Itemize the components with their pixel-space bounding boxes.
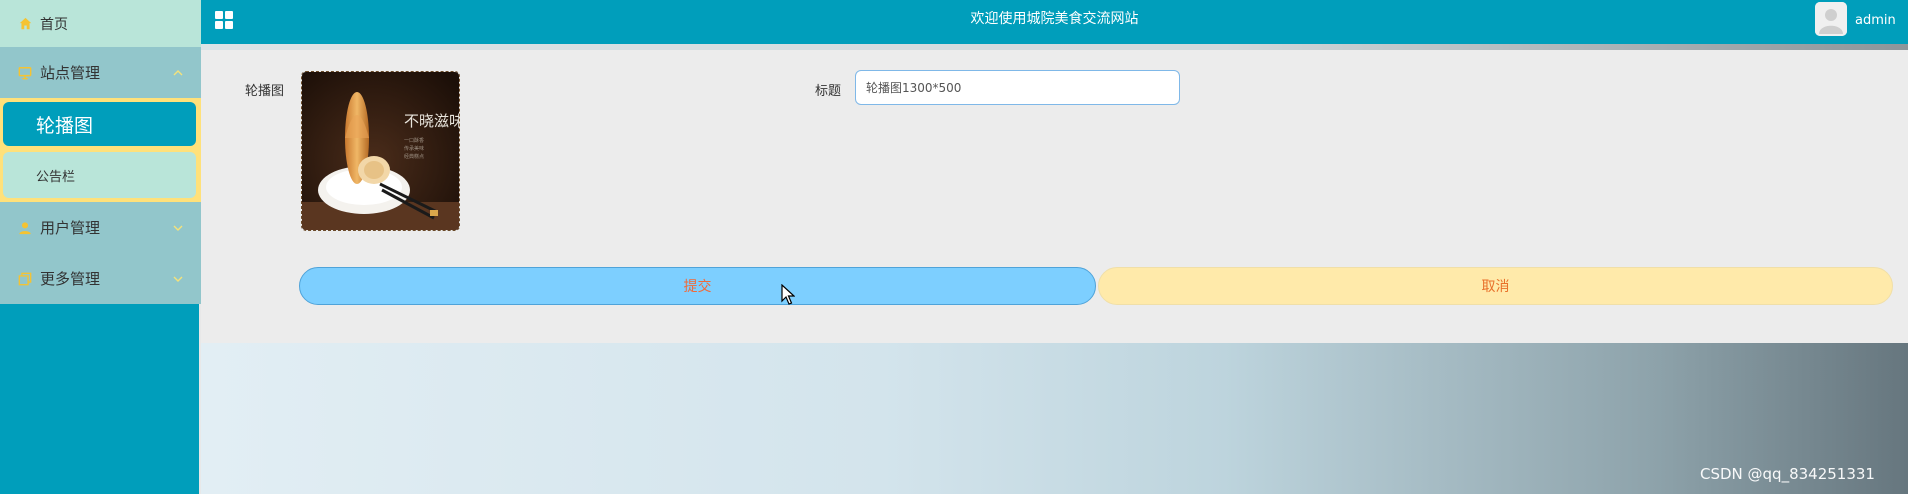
- home-icon: [18, 17, 32, 31]
- image-small-text: 一口酥香: [404, 137, 424, 144]
- monitor-icon: [18, 66, 32, 80]
- chevron-up-icon: [173, 68, 183, 78]
- sidebar-group-users[interactable]: 用户管理: [0, 202, 201, 253]
- sidebar-group-more[interactable]: 更多管理: [0, 253, 201, 304]
- sidebar-item-notice[interactable]: 公告栏: [3, 152, 196, 198]
- user-icon: [18, 221, 32, 235]
- mouse-cursor-icon: [781, 284, 795, 305]
- image-small-text: 传承美味: [404, 145, 424, 152]
- avatar[interactable]: [1815, 2, 1847, 36]
- carousel-image-upload[interactable]: 不晓滋味 一口酥香 传承美味 经典糕点: [301, 71, 460, 231]
- chevron-down-icon: [173, 223, 183, 233]
- sidebar-item-home[interactable]: 首页: [0, 0, 201, 47]
- sidebar-group-label: 更多管理: [40, 270, 101, 288]
- submenu-site: 轮播图 公告栏: [0, 98, 201, 202]
- top-header: 欢迎使用城院美食交流网站 admin: [201, 0, 1908, 44]
- user-name[interactable]: admin: [1855, 13, 1896, 28]
- sidebar-item-carousel[interactable]: 轮播图: [3, 102, 196, 146]
- watermark: CSDN @qq_834251331: [1700, 465, 1875, 483]
- copy-icon: [18, 272, 32, 286]
- image-label: 轮播图: [245, 84, 285, 99]
- sidebar-group-label: 站点管理: [40, 64, 101, 82]
- sidebar-group-site[interactable]: 站点管理: [0, 47, 201, 98]
- submit-button[interactable]: 提交: [299, 267, 1096, 305]
- calligraphy-text: 不晓滋味: [404, 112, 460, 130]
- image-small-text: 经典糕点: [404, 153, 424, 160]
- page-title: 欢迎使用城院美食交流网站: [970, 11, 1139, 27]
- chevron-down-icon: [173, 274, 183, 284]
- cancel-button[interactable]: 取消: [1098, 267, 1893, 305]
- title-input[interactable]: [855, 70, 1180, 105]
- sidebar-item-label: 首页: [40, 16, 68, 33]
- title-label: 标题: [815, 84, 842, 99]
- sidebar-group-label: 用户管理: [40, 219, 101, 237]
- sidebar: 首页 站点管理 轮播图 公告栏 用户管理 更多管理: [0, 0, 201, 494]
